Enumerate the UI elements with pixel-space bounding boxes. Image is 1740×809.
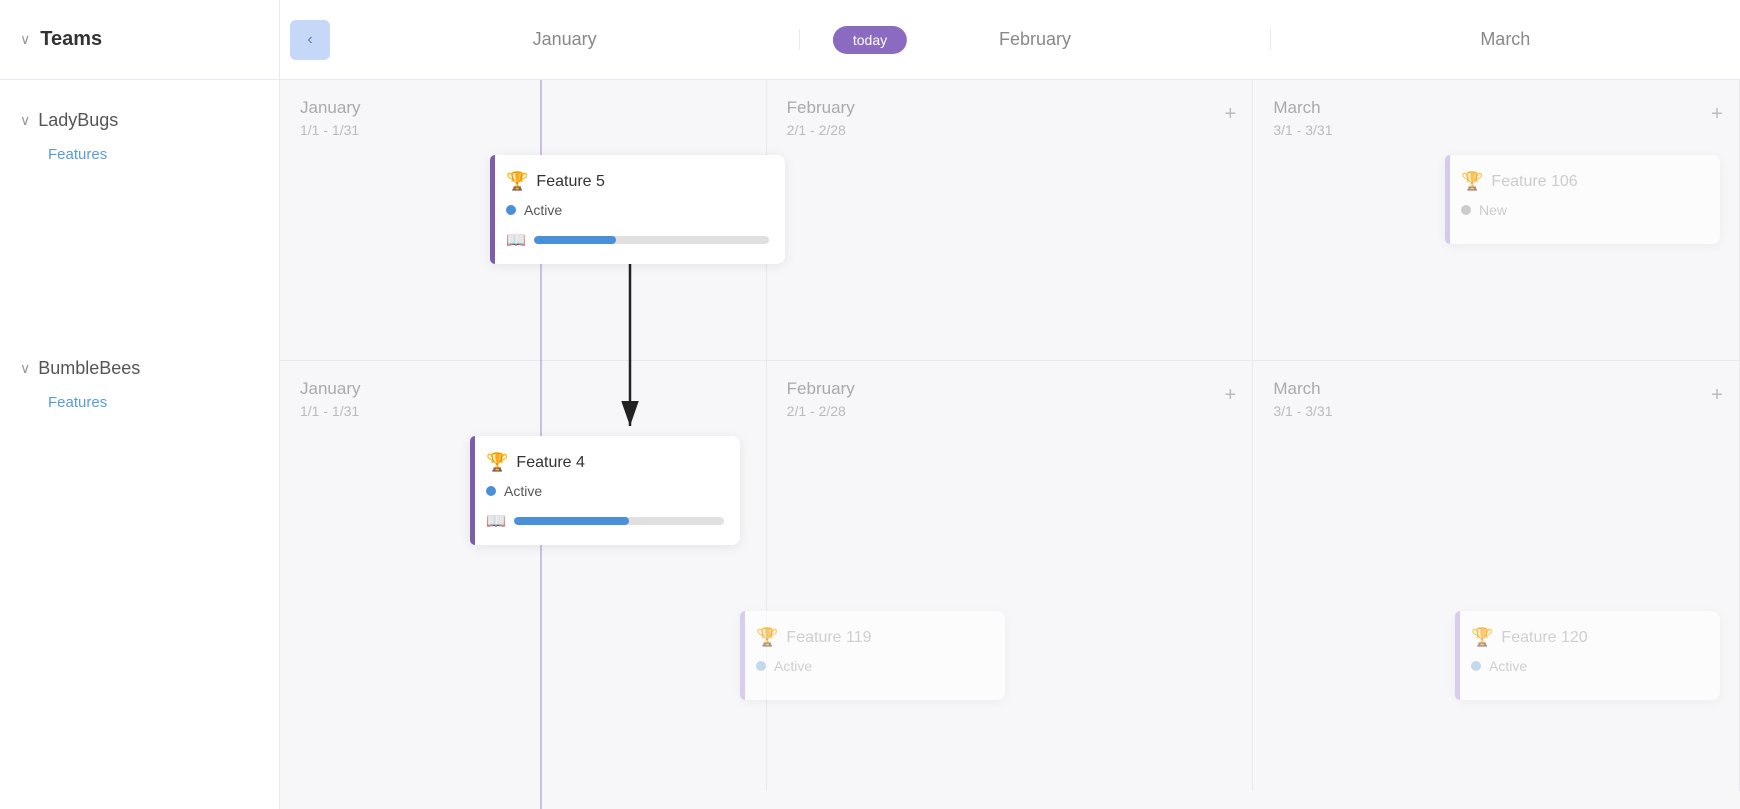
feature119-header: 🏆 Feature 119	[756, 627, 989, 648]
feature5-status-label: Active	[524, 202, 562, 218]
teams-title: Teams	[40, 28, 102, 51]
team-ladybugs-name: LadyBugs	[38, 110, 118, 131]
feature120-title: Feature 120	[1501, 629, 1587, 647]
feature4-left-border	[470, 436, 475, 545]
bumblebees-mar-label: March 3/1 - 3/31 +	[1253, 361, 1739, 424]
team-bumblebees-name: BumbleBees	[38, 358, 140, 379]
feature4-status-dot	[486, 486, 496, 496]
ladybugs-jan-label: January 1/1 - 1/31	[280, 80, 766, 143]
feature4-status-row: Active	[486, 483, 724, 499]
month-headers: January February March	[330, 29, 1740, 50]
feature4-progress-track	[514, 517, 724, 525]
feature5-card[interactable]: 🏆 Feature 5 Active 📖	[490, 155, 785, 264]
feature120-status-label: Active	[1489, 658, 1527, 674]
feature120-status-dot	[1471, 661, 1481, 671]
feature106-status-label: New	[1479, 202, 1507, 218]
main-area: ∨ LadyBugs Features ∨ BumbleBees Feature…	[0, 80, 1740, 809]
collapse-teams-icon[interactable]: ∨	[20, 31, 30, 48]
feature106-header: 🏆 Feature 106	[1461, 171, 1704, 192]
today-button[interactable]: today	[833, 26, 907, 54]
feature106-card[interactable]: 🏆 Feature 106 New	[1445, 155, 1720, 244]
team-group-ladybugs: ∨ LadyBugs Features	[0, 100, 279, 168]
ladybugs-feb-add-button[interactable]: +	[1218, 102, 1242, 126]
feature119-status-dot	[756, 661, 766, 671]
team-bumblebees-row[interactable]: ∨ BumbleBees	[0, 348, 279, 389]
bumblebees-jan-label: January 1/1 - 1/31	[280, 361, 766, 424]
feature4-title: Feature 4	[516, 454, 584, 472]
feature106-status-dot	[1461, 205, 1471, 215]
chevron-left-icon: ‹	[307, 31, 312, 49]
feature119-card[interactable]: 🏆 Feature 119 Active	[740, 611, 1005, 700]
header-month-january: January	[330, 29, 800, 50]
feature120-left-border	[1455, 611, 1460, 700]
feature4-progress-fill	[514, 517, 630, 525]
feature119-status-label: Active	[774, 658, 812, 674]
feature4-progress-row: 📖	[486, 511, 724, 531]
feature119-trophy-icon: 🏆	[756, 627, 778, 648]
feature120-status-row: Active	[1471, 658, 1704, 674]
feature120-trophy-icon: 🏆	[1471, 627, 1493, 648]
feature5-progress-fill	[534, 236, 616, 244]
team-ladybugs-row[interactable]: ∨ LadyBugs	[0, 100, 279, 141]
feature120-header: 🏆 Feature 120	[1471, 627, 1704, 648]
ladybugs-february-col: February 2/1 - 2/28 +	[767, 80, 1254, 360]
feature106-title: Feature 106	[1491, 173, 1577, 191]
ladybugs-calendar-row: January 1/1 - 1/31 February 2/1 - 2/28 +…	[280, 80, 1740, 360]
feature5-book-icon: 📖	[506, 230, 526, 250]
feature4-status-label: Active	[504, 483, 542, 499]
feature106-trophy-icon: 🏆	[1461, 171, 1483, 192]
ladybugs-feb-label: February 2/1 - 2/28 +	[767, 80, 1253, 143]
nav-back-button[interactable]: ‹	[290, 20, 330, 60]
feature5-trophy-icon: 🏆	[506, 171, 528, 192]
feature5-left-border	[490, 155, 495, 264]
ladybugs-mar-add-button[interactable]: +	[1705, 102, 1729, 126]
bumblebees-march-col: March 3/1 - 3/31 +	[1253, 361, 1740, 791]
bumblebees-feb-label: February 2/1 - 2/28 +	[767, 361, 1253, 424]
ladybugs-features-link[interactable]: Features	[0, 141, 279, 168]
feature119-left-border	[740, 611, 745, 700]
feature119-title: Feature 119	[786, 629, 871, 647]
sidebar: ∨ LadyBugs Features ∨ BumbleBees Feature…	[0, 80, 280, 809]
ladybugs-mar-label: March 3/1 - 3/31 +	[1253, 80, 1739, 143]
calendar-content: January 1/1 - 1/31 February 2/1 - 2/28 +…	[280, 80, 1740, 809]
header-month-march: March	[1271, 29, 1740, 50]
collapse-ladybugs-icon[interactable]: ∨	[20, 112, 30, 129]
feature5-header: 🏆 Feature 5	[506, 171, 769, 192]
team-group-bumblebees: ∨ BumbleBees Features	[0, 348, 279, 416]
bumblebees-january-col: January 1/1 - 1/31	[280, 361, 767, 791]
feature5-progress-row: 📖	[506, 230, 769, 250]
feature120-card[interactable]: 🏆 Feature 120 Active	[1455, 611, 1720, 700]
feature4-book-icon: 📖	[486, 511, 506, 531]
collapse-bumblebees-icon[interactable]: ∨	[20, 360, 30, 377]
bumblebees-february-col: February 2/1 - 2/28 +	[767, 361, 1254, 791]
bumblebees-mar-add-button[interactable]: +	[1705, 383, 1729, 407]
feature4-header: 🏆 Feature 4	[486, 452, 724, 473]
feature106-left-border	[1445, 155, 1450, 244]
feature5-progress-track	[534, 236, 769, 244]
feature4-trophy-icon: 🏆	[486, 452, 508, 473]
bumblebees-calendar-row: January 1/1 - 1/31 February 2/1 - 2/28 +…	[280, 361, 1740, 791]
feature119-status-row: Active	[756, 658, 989, 674]
feature5-status-dot	[506, 205, 516, 215]
feature4-card[interactable]: 🏆 Feature 4 Active 📖	[470, 436, 740, 545]
feature5-title: Feature 5	[536, 173, 604, 191]
bumblebees-feb-add-button[interactable]: +	[1218, 383, 1242, 407]
bumblebees-features-link[interactable]: Features	[0, 389, 279, 416]
feature106-status-row: New	[1461, 202, 1704, 218]
sidebar-header: ∨ Teams	[0, 0, 280, 79]
header-row: ∨ Teams ‹ today January February March	[0, 0, 1740, 80]
feature5-status-row: Active	[506, 202, 769, 218]
